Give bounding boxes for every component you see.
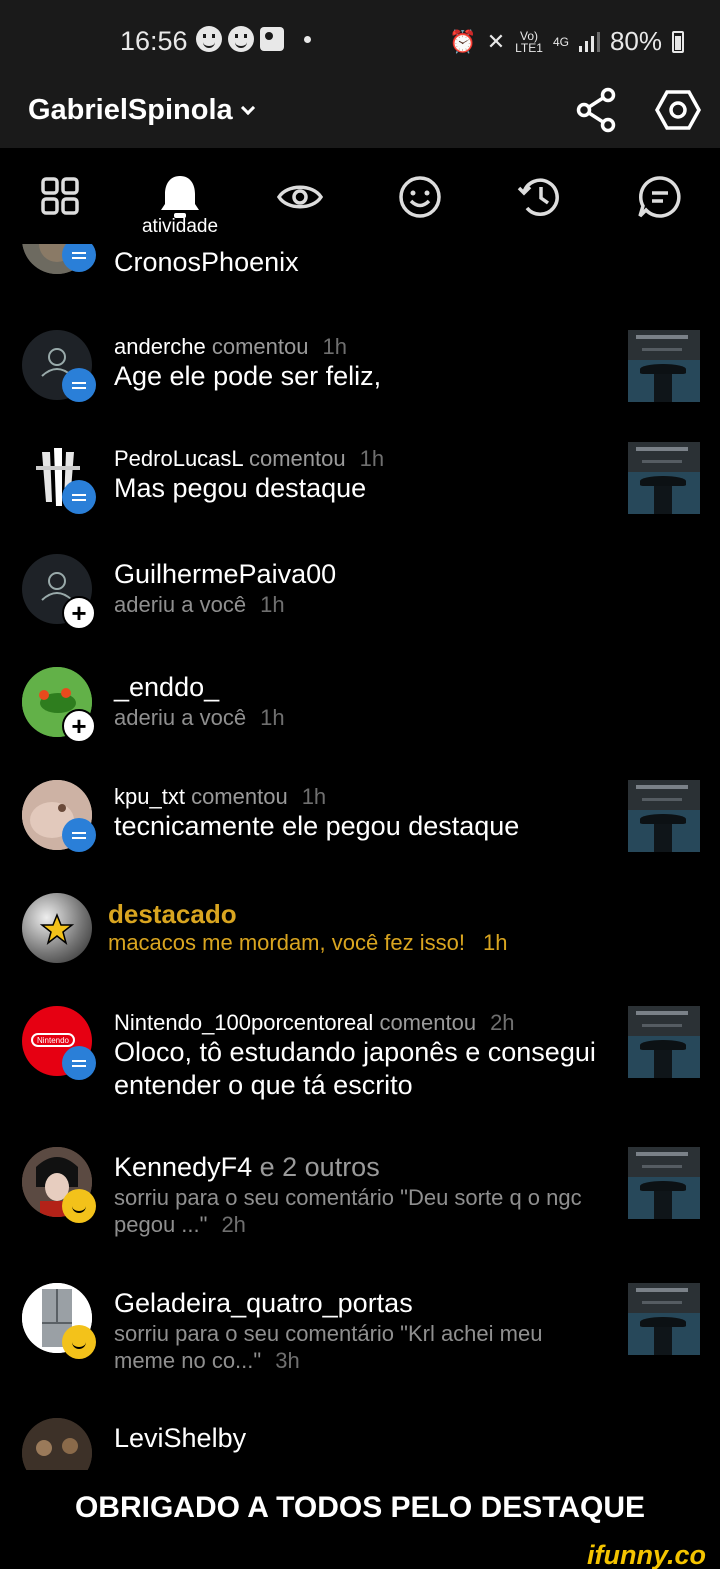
avatar[interactable]: [22, 1418, 92, 1470]
featured-medal: [22, 893, 92, 963]
smile-icon: [399, 176, 441, 218]
caption-text: OBRIGADO A TODOS PELO DESTAQUE: [74, 1491, 646, 1524]
active-tab-label: atividade: [141, 216, 219, 237]
comment-text: Mas pegou destaque: [114, 473, 367, 503]
comment-text: Age ele pode ser feliz,: [114, 361, 382, 391]
face-icon: [196, 26, 222, 52]
list-item[interactable]: PedroLucasL comentou 1h Mas pegou destaqu…: [0, 442, 720, 542]
tab-smiles[interactable]: [395, 172, 445, 222]
image-icon: [260, 27, 284, 51]
status-bar: 16:56 ⏰ ✕ Vo) LTE1 4G 80%: [0, 0, 720, 80]
smile-badge-icon: [62, 1189, 96, 1223]
username[interactable]: kpu_txt: [114, 784, 185, 809]
username[interactable]: LeviShelby: [114, 1422, 614, 1455]
account-switcher[interactable]: GabrielSpinola: [28, 94, 255, 127]
username[interactable]: Nintendo_100porcentoreal: [114, 1010, 373, 1035]
meme-thumbnail[interactable]: [628, 330, 700, 402]
comment-badge-icon: [62, 244, 96, 272]
username[interactable]: PedroLucasL: [114, 446, 243, 471]
chevron-down-icon: [240, 100, 255, 116]
comment-badge-icon: [62, 480, 96, 514]
volte-indicator: Vo) LTE1: [515, 28, 543, 55]
featured-message: macacos me mordam, você fez isso!: [108, 930, 466, 955]
meme-thumbnail[interactable]: [628, 1147, 700, 1219]
alarm-icon: ⏰: [449, 28, 477, 54]
comment-badge-icon: [62, 1046, 96, 1080]
profile-header: GabrielSpinola: [0, 80, 720, 148]
smile-badge-icon: [62, 1325, 96, 1359]
featured-title: destacado: [108, 899, 237, 929]
list-item[interactable]: kpu_txt comentou 1h tecnicamente ele pego…: [0, 780, 720, 880]
battery-percent: 80%: [609, 26, 662, 56]
face-icon: [228, 26, 254, 52]
tab-grid[interactable]: [36, 172, 86, 222]
username: GabrielSpinola: [28, 94, 233, 126]
star-icon: [39, 912, 75, 945]
username[interactable]: Geladeira_quatro_portas: [114, 1287, 614, 1320]
meme-thumbnail[interactable]: [628, 1006, 700, 1078]
username[interactable]: GuilhermePaiva00: [114, 558, 614, 591]
username[interactable]: CronosPhoenix: [114, 246, 614, 279]
meme-thumbnail[interactable]: [628, 780, 700, 852]
comment-badge-icon: [62, 368, 96, 402]
share-icon: [576, 87, 616, 133]
list-item[interactable]: KennedyF4 e 2 outros sorriu para o seu c…: [0, 1147, 720, 1267]
activity-tabs: [0, 148, 720, 244]
battery-icon: [672, 30, 684, 53]
chat-icon: [638, 176, 681, 218]
featured-notification[interactable]: destacado macacos me mordam, você fez is…: [0, 893, 720, 993]
watermark-bar: ifunny.co: [0, 1540, 720, 1569]
tab-history[interactable]: [515, 172, 565, 222]
mute-icon: ✕: [486, 28, 506, 54]
meme-thumbnail[interactable]: [628, 1283, 700, 1355]
watermark: ifunny.co: [587, 1540, 706, 1569]
status-system-icons: ⏰ ✕ Vo) LTE1 4G 80%: [449, 26, 684, 57]
tab-activity[interactable]: [155, 172, 205, 222]
settings-button[interactable]: [654, 86, 702, 139]
tab-views[interactable]: [275, 172, 325, 222]
list-item[interactable]: CronosPhoenix: [0, 244, 720, 298]
comment-text: tecnicamente ele pegou destaque: [114, 811, 520, 841]
list-item[interactable]: LeviShelby: [0, 1418, 720, 1470]
comment-badge-icon: [62, 818, 96, 852]
status-time: 16:56: [120, 26, 188, 56]
username[interactable]: _enddo_: [114, 671, 614, 704]
list-item[interactable]: + _enddo_ aderiu a você 1h: [0, 667, 720, 767]
nintendo-logo: Nintendo: [37, 1036, 70, 1045]
list-item[interactable]: anderche comentou 1h Age ele pode ser fel…: [0, 330, 720, 430]
settings-icon: [654, 90, 702, 130]
status-notification-icons: [196, 26, 311, 52]
bell-icon: [161, 176, 199, 218]
list-item[interactable]: + GuilhermePaiva00 aderiu a você 1h: [0, 554, 720, 654]
comment-text: Oloco, tô estudando japonês e consegui e…: [114, 1037, 596, 1100]
list-item[interactable]: Nintendo Nintendo_100porcentoreal coment…: [0, 1006, 720, 1136]
network-type: 4G: [552, 34, 569, 49]
list-item[interactable]: Geladeira_quatro_portas sorriu para o se…: [0, 1283, 720, 1403]
eye-icon: [276, 185, 324, 209]
share-button[interactable]: [575, 86, 619, 139]
username[interactable]: anderche: [114, 334, 206, 359]
notification-list[interactable]: CronosPhoenix anderche comentou 1h Age el…: [0, 244, 720, 1470]
grid-icon: [41, 177, 79, 215]
caption-bar: OBRIGADO A TODOS PELO DESTAQUE: [0, 1470, 720, 1546]
username[interactable]: KennedyF4: [114, 1152, 252, 1182]
more-dot-icon: [304, 35, 311, 43]
follow-badge-icon: +: [62, 596, 96, 630]
follow-badge-icon: +: [62, 709, 96, 743]
signal-icon: [578, 31, 600, 52]
history-icon: [517, 178, 559, 216]
meme-thumbnail[interactable]: [628, 442, 700, 514]
tab-chats[interactable]: [635, 172, 685, 222]
